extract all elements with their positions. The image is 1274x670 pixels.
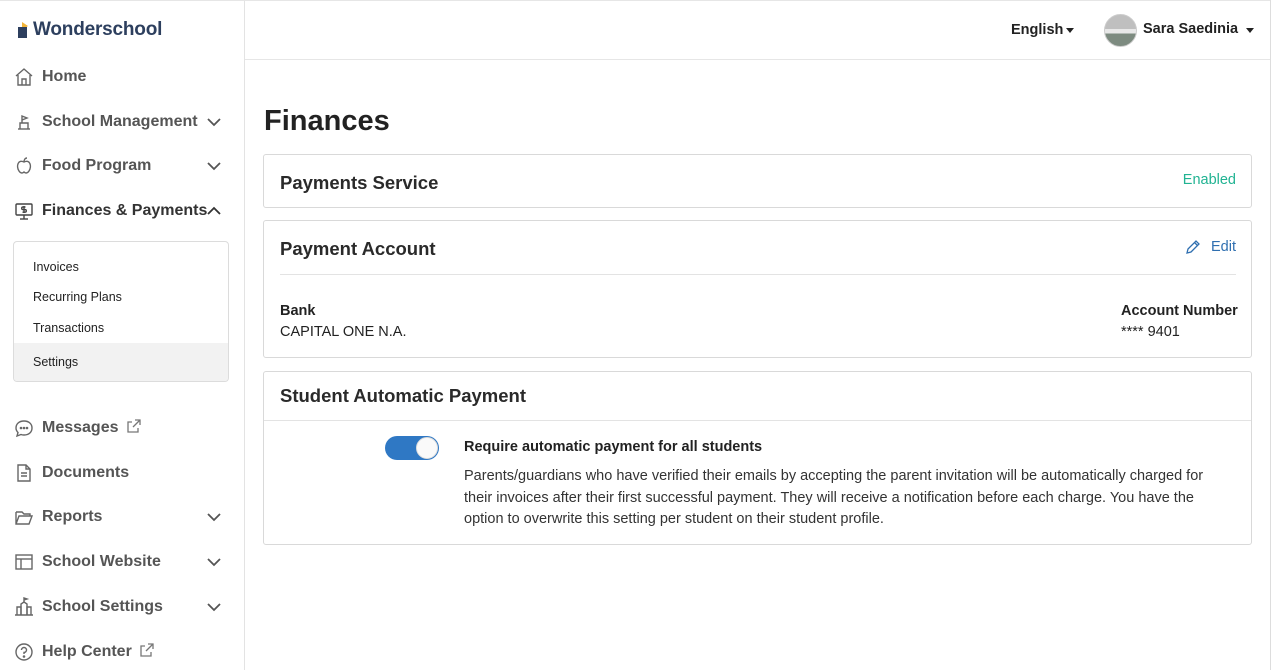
bank-label: Bank (280, 303, 316, 319)
sidebar-item-label: Finances & Payments (42, 202, 208, 219)
sidebar-item-label-wrap: Help Center (42, 643, 154, 661)
pencil-icon (1186, 240, 1200, 254)
sidebar-item-food-program[interactable]: Food Program (0, 151, 244, 181)
help-icon (14, 642, 34, 662)
toggle-knob (416, 437, 438, 459)
language-selector[interactable]: English (1011, 22, 1075, 38)
chevron-down-icon[interactable] (206, 114, 222, 130)
caret-down-icon (1066, 27, 1075, 33)
page-title: Finances (264, 105, 390, 137)
submenu-item-invoices[interactable]: Invoices (14, 252, 228, 282)
payment-account-card: Payment Account Edit Bank CAPITAL ONE N.… (263, 220, 1252, 358)
sidebar-item-school-website[interactable]: School Website (0, 547, 244, 577)
sidebar-item-home[interactable]: Home (0, 62, 244, 92)
brand-logo[interactable]: Wonderschool (16, 18, 162, 42)
auto-payment-option-title: Require automatic payment for all studen… (464, 439, 763, 455)
divider (264, 420, 1251, 421)
chevron-down-icon[interactable] (206, 599, 222, 615)
payments-service-card: Payments Service Enabled (263, 154, 1252, 208)
app-root: Wonderschool Home School Management Food… (0, 0, 1274, 670)
auto-payment-description: Parents/guardians who have verified thei… (464, 468, 1204, 527)
external-link-icon (126, 419, 141, 433)
submenu-item-settings[interactable]: Settings (14, 343, 228, 381)
chevron-up-icon[interactable] (206, 203, 222, 219)
user-menu-caret-icon[interactable] (1246, 28, 1254, 33)
payment-account-title: Payment Account (280, 238, 436, 259)
account-number-label: Account Number (1121, 303, 1238, 319)
sidebar-item-messages[interactable]: Messages (0, 413, 244, 443)
sidebar-item-documents[interactable]: Documents (0, 458, 244, 488)
submenu-item-transactions[interactable]: Transactions (14, 313, 228, 343)
document-icon (14, 463, 34, 483)
sidebar-item-label-wrap: Messages (42, 419, 141, 437)
finances-submenu: Invoices Recurring Plans Transactions Se… (13, 241, 229, 382)
sidebar-item-school-management[interactable]: School Management (0, 107, 244, 137)
finances-icon (14, 201, 34, 221)
sidebar-item-label: Reports (42, 508, 103, 525)
sidebar-item-reports[interactable]: Reports (0, 502, 244, 532)
sidebar-item-label: School Management (42, 113, 198, 130)
auto-payment-toggle[interactable] (385, 436, 439, 460)
sidebar-item-school-settings[interactable]: School Settings (0, 592, 244, 622)
edit-label: Edit (1211, 239, 1236, 255)
school-building-icon (14, 597, 34, 617)
home-icon (14, 67, 34, 87)
sidebar-item-finances-payments[interactable]: Finances & Payments (0, 196, 244, 226)
divider (280, 274, 1236, 275)
top-bar: English Sara Saedinia (245, 0, 1270, 60)
chevron-down-icon[interactable] (206, 554, 222, 570)
window-edge (1270, 0, 1274, 670)
website-icon (14, 552, 34, 572)
wonderschool-logo-icon (16, 21, 30, 39)
sidebar-item-label: School Website (42, 553, 161, 570)
brand-name: Wonderschool (33, 19, 163, 40)
chat-icon (14, 418, 34, 438)
sidebar-item-label: Home (42, 68, 87, 85)
folder-icon (14, 507, 34, 527)
chevron-down-icon[interactable] (206, 509, 222, 525)
sidebar-item-label: Messages (42, 419, 119, 436)
sidebar-item-label: Documents (42, 464, 130, 481)
sidebar-item-help-center[interactable]: Help Center (0, 637, 244, 667)
account-number-value: **** 9401 (1121, 324, 1180, 340)
sidebar-item-label: School Settings (42, 598, 163, 615)
avatar[interactable] (1104, 14, 1137, 47)
payments-service-title: Payments Service (280, 172, 439, 193)
user-name[interactable]: Sara Saedinia (1143, 21, 1238, 37)
auto-payment-card: Student Automatic Payment Require automa… (263, 371, 1252, 545)
apple-icon (14, 156, 34, 176)
sidebar-item-label: Help Center (42, 643, 132, 660)
status-badge: Enabled (1182, 172, 1236, 188)
auto-payment-title: Student Automatic Payment (280, 385, 527, 406)
submenu-item-recurring-plans[interactable]: Recurring Plans (14, 282, 228, 312)
edit-button[interactable]: Edit (1185, 239, 1236, 255)
external-link-icon (140, 643, 154, 657)
bank-value: CAPITAL ONE N.A. (280, 324, 407, 340)
sidebar-item-label: Food Program (42, 157, 152, 174)
school-management-icon (14, 112, 34, 132)
language-label: English (1011, 22, 1064, 38)
sidebar: Wonderschool Home School Management Food… (0, 0, 245, 670)
chevron-down-icon[interactable] (206, 158, 222, 174)
